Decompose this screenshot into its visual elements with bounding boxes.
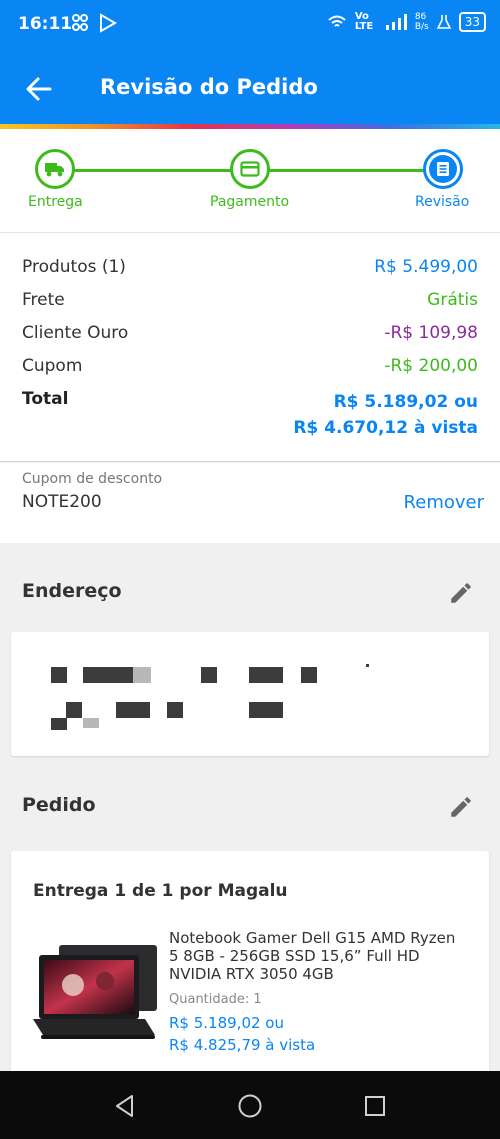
summary-value: R$ 5.499,00 bbox=[374, 257, 478, 277]
status-bar: 16:11 Vo LTE 86 B/s 33 bbox=[0, 0, 500, 52]
total-label: Total bbox=[22, 389, 69, 409]
delivery-title: Entrega 1 de 1 por Magalu bbox=[33, 881, 288, 901]
step-delivery[interactable] bbox=[35, 149, 75, 189]
address-card[interactable] bbox=[11, 632, 489, 756]
status-indicators: Vo LTE 86 B/s 33 bbox=[327, 12, 486, 32]
redacted-block bbox=[167, 702, 183, 718]
page-title: Revisão do Pedido bbox=[100, 75, 318, 99]
edit-address-icon[interactable] bbox=[448, 580, 474, 606]
redacted-block bbox=[249, 667, 283, 683]
step-label-review: Revisão bbox=[415, 194, 470, 210]
total-value: R$ 5.189,02 ou R$ 4.670,12 à vista bbox=[293, 389, 478, 441]
total-cash: R$ 4.670,12 à vista bbox=[293, 418, 478, 438]
nav-home-icon[interactable] bbox=[237, 1093, 263, 1119]
summary-row-shipping: Frete Grátis bbox=[22, 290, 478, 314]
summary-row-products: Produtos (1) R$ 5.499,00 bbox=[22, 257, 478, 281]
total-installment: R$ 5.189,02 ou bbox=[333, 392, 478, 412]
flask-icon bbox=[436, 15, 451, 29]
status-time: 16:11 bbox=[18, 14, 73, 34]
order-title: Pedido bbox=[22, 794, 96, 816]
redacted-block bbox=[51, 718, 67, 730]
step-label-delivery: Entrega bbox=[28, 194, 83, 210]
wifi-icon bbox=[328, 15, 346, 27]
product-name[interactable]: Notebook Gamer Dell G15 AMD Ryzen 5 8GB … bbox=[169, 929, 469, 983]
summary-row-total: Total R$ 5.189,02 ou R$ 4.670,12 à vista bbox=[22, 389, 478, 445]
price-cash: R$ 4.825,79 à vista bbox=[169, 1036, 316, 1054]
summary-value: -R$ 200,00 bbox=[384, 356, 478, 376]
checkout-stepper: Entrega Pagamento Revisão bbox=[0, 129, 500, 232]
data-speed-value: 86 bbox=[414, 12, 427, 22]
step-review[interactable] bbox=[423, 149, 463, 189]
order-card: Entrega 1 de 1 por Magalu Notebook Gamer… bbox=[11, 851, 489, 1081]
notification-icons bbox=[70, 12, 122, 39]
summary-value: -R$ 109,98 bbox=[384, 323, 478, 343]
app-bar: Revisão do Pedido bbox=[0, 52, 500, 124]
redacted-block bbox=[133, 667, 151, 683]
redacted-block bbox=[301, 667, 317, 683]
document-icon bbox=[437, 162, 449, 176]
summary-label: Produtos (1) bbox=[22, 257, 126, 277]
step-payment[interactable] bbox=[230, 149, 270, 189]
app-notification-icon bbox=[72, 13, 118, 33]
system-navigation-bar bbox=[0, 1071, 500, 1139]
redacted-block bbox=[83, 718, 99, 728]
signal-icon bbox=[385, 14, 407, 30]
price-installment: R$ 5.189,02 ou bbox=[169, 1014, 284, 1032]
summary-label: Cupom bbox=[22, 356, 83, 376]
remove-coupon-button[interactable]: Remover bbox=[404, 492, 484, 513]
credit-card-icon bbox=[240, 161, 260, 177]
product-quantity: Quantidade: 1 bbox=[169, 992, 262, 1007]
nav-back-icon[interactable] bbox=[112, 1093, 138, 1119]
step-review-fill bbox=[429, 155, 457, 183]
redacted-block bbox=[66, 702, 82, 718]
nav-recents-icon[interactable] bbox=[362, 1093, 388, 1119]
product-price: R$ 5.189,02 ou R$ 4.825,79 à vista bbox=[169, 1012, 315, 1056]
summary-label: Frete bbox=[22, 290, 65, 310]
truck-icon bbox=[45, 163, 64, 177]
edit-order-icon[interactable] bbox=[448, 794, 474, 820]
summary-label: Cliente Ouro bbox=[22, 323, 129, 343]
redacted-block bbox=[249, 702, 283, 718]
redacted-block bbox=[201, 667, 217, 683]
redacted-block bbox=[51, 667, 67, 683]
back-arrow-icon[interactable] bbox=[24, 74, 54, 104]
redacted-block bbox=[366, 664, 369, 667]
summary-row-gold-client: Cliente Ouro -R$ 109,98 bbox=[22, 323, 478, 347]
step-label-payment: Pagamento bbox=[210, 194, 290, 210]
address-title: Endereço bbox=[22, 580, 122, 602]
battery-indicator: 33 bbox=[458, 12, 486, 32]
data-speed: 86 B/s bbox=[415, 12, 429, 32]
coupon-field: Cupom de desconto NOTE200 Remover bbox=[0, 463, 500, 543]
summary-row-coupon: Cupom -R$ 200,00 bbox=[22, 356, 478, 380]
redacted-block bbox=[116, 702, 150, 718]
laptop-product-image[interactable] bbox=[33, 943, 159, 1041]
coupon-label: Cupom de desconto bbox=[22, 471, 163, 487]
order-summary: Produtos (1) R$ 5.499,00 Frete Grátis Cl… bbox=[0, 232, 500, 462]
redacted-block bbox=[83, 667, 133, 683]
coupon-code: NOTE200 bbox=[22, 492, 102, 512]
data-speed-unit: B/s bbox=[414, 22, 429, 32]
network-type: Vo LTE bbox=[354, 11, 374, 32]
summary-value: Grátis bbox=[427, 290, 478, 310]
